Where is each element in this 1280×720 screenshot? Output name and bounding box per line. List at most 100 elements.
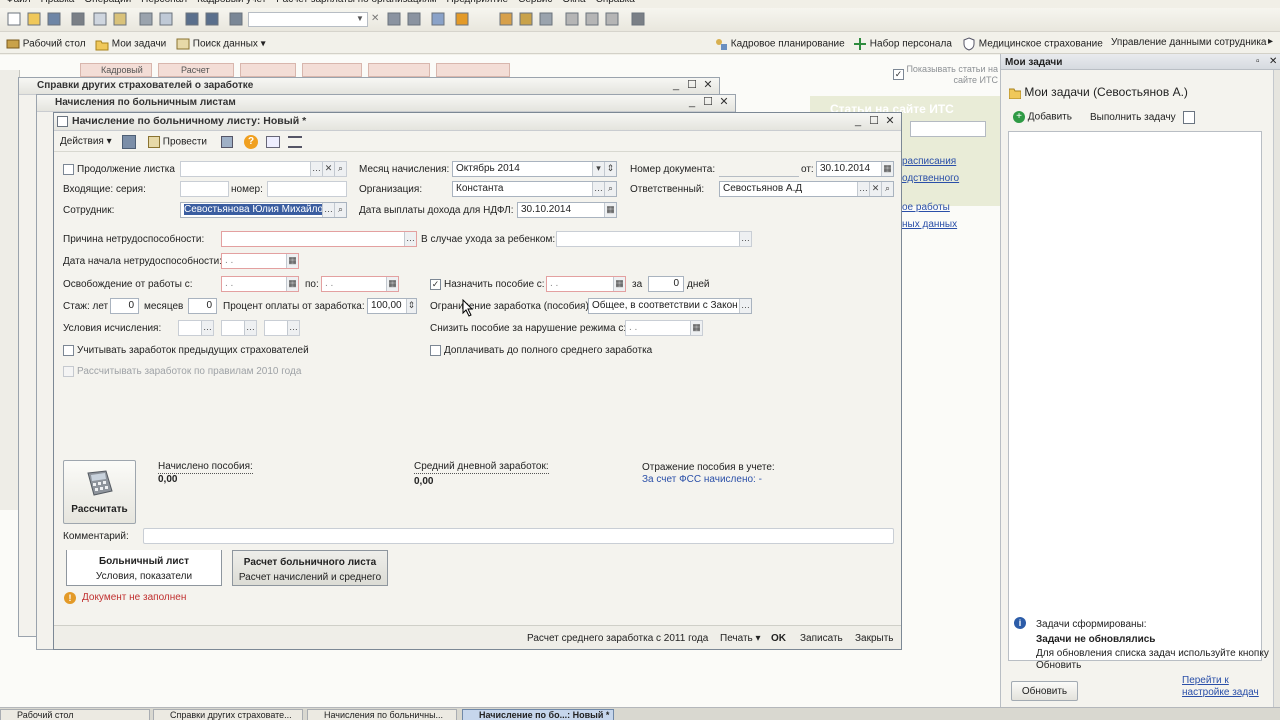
earnings-limit-field[interactable]: Общее, в соответствии с Закон…	[588, 298, 752, 314]
select-button[interactable]: …	[404, 232, 416, 246]
close-form-button[interactable]: Закрыть	[855, 633, 894, 645]
its-link-2[interactable]: одственного	[902, 173, 959, 185]
tab-sick-leave[interactable]: Больничный лист Условия, показатели	[66, 550, 222, 586]
spin-icon[interactable]: ⇕	[604, 162, 616, 176]
topup-checkbox[interactable]	[430, 345, 441, 356]
calendar-icon[interactable]: ▦	[613, 277, 625, 291]
incoming-series-field[interactable]	[180, 181, 229, 197]
doc-number-field[interactable]	[719, 161, 799, 177]
pay-date-field[interactable]: 30.10.2014 ▦	[517, 202, 617, 218]
taskbar-desktop[interactable]: Рабочий стол	[0, 709, 150, 720]
select-button[interactable]: …	[322, 203, 334, 217]
memory-minus-icon[interactable]	[605, 12, 619, 26]
save-icon[interactable]	[122, 135, 136, 149]
spin-icon[interactable]: ⇕	[406, 299, 416, 313]
panel-insurance[interactable]: Медицинское страхование	[962, 37, 1103, 51]
refresh-2-icon[interactable]	[407, 12, 421, 26]
select-button[interactable]: …	[739, 232, 751, 246]
menu-item[interactable]: Кадровый учет	[197, 0, 266, 5]
calculator-icon[interactable]	[519, 12, 533, 26]
find-icon[interactable]	[229, 12, 243, 26]
search-icon[interactable]: ⌕	[334, 203, 346, 217]
search-input[interactable]	[248, 12, 368, 27]
search-icon[interactable]: ⌕	[604, 182, 616, 196]
its-link-1[interactable]: расписания	[902, 156, 956, 168]
paste-icon[interactable]	[113, 12, 127, 26]
panel-my-tasks[interactable]: Мои задачи	[95, 37, 166, 51]
print-icon[interactable]	[139, 12, 153, 26]
experience-years-field[interactable]: 0	[110, 298, 139, 314]
taskbar-nachisleniya[interactable]: Начисления по больничны...	[307, 709, 457, 720]
settings-icon[interactable]	[266, 136, 280, 148]
panel-desktop[interactable]: Рабочий стол	[6, 37, 86, 51]
calc-2011-link[interactable]: Расчет среднего заработка с 2011 года	[527, 633, 708, 645]
redo-icon[interactable]	[205, 12, 219, 26]
bg-tab-6[interactable]	[436, 63, 510, 77]
tasks-panel-close[interactable]: ✕	[1269, 56, 1277, 68]
calendar-icon[interactable]: ▦	[690, 321, 702, 335]
organization-field[interactable]: Константа … ⌕	[452, 181, 617, 197]
close-button[interactable]: ✕	[717, 96, 731, 109]
continuation-checkbox[interactable]	[63, 164, 74, 175]
rules-2010-checkbox[interactable]	[63, 366, 74, 377]
experience-months-field[interactable]: 0	[188, 298, 217, 314]
minimize-button[interactable]: _	[685, 96, 699, 109]
ok-button[interactable]: OK	[771, 633, 786, 645]
reduce-benefit-field[interactable]: . . ▦	[625, 320, 703, 336]
bg-tab-4[interactable]	[302, 63, 362, 77]
execute-task-button[interactable]: Выполнить задачу	[1090, 112, 1176, 123]
select-button[interactable]: …	[201, 321, 213, 335]
calendar-icon[interactable]: ▦	[286, 277, 298, 291]
minimize-button[interactable]: _	[669, 79, 683, 92]
tasks-panel-pin[interactable]: ▫	[1256, 56, 1260, 68]
bg-tab-5[interactable]	[368, 63, 430, 77]
search-icon[interactable]: ⌕	[334, 162, 346, 176]
incoming-number-field[interactable]	[267, 181, 347, 197]
select-button[interactable]: …	[857, 182, 869, 196]
save-button[interactable]: Записать	[800, 633, 843, 645]
tasks-settings-link[interactable]: Перейти к настройке задач	[1182, 675, 1268, 699]
its-search-input[interactable]	[910, 121, 986, 137]
calendar-icon[interactable]: ▦	[286, 254, 298, 268]
select-button[interactable]: …	[244, 321, 256, 335]
memory-icon[interactable]	[565, 12, 579, 26]
release-to-field[interactable]: . . ▦	[321, 276, 399, 292]
calc-condition-2[interactable]: …	[221, 320, 257, 336]
payment-percent-field[interactable]: 100,00 ⇕	[367, 298, 417, 314]
grid-icon[interactable]	[539, 12, 553, 26]
maximize-button[interactable]: ☐	[685, 79, 699, 92]
right-edge-scroll[interactable]	[1273, 70, 1280, 707]
post-button[interactable]: Провести	[148, 136, 207, 149]
close-button[interactable]: ✕	[883, 115, 897, 128]
accrual-month-field[interactable]: Октябрь 2014 ▾ ⇕	[452, 161, 617, 177]
its-link-3[interactable]: ое работы	[902, 202, 950, 214]
menu-item[interactable]: Сервис	[518, 0, 552, 5]
menu-item[interactable]: Операции	[84, 0, 131, 5]
refresh-icon[interactable]	[387, 12, 401, 26]
menu-item[interactable]: Файл	[6, 0, 31, 5]
taskbar-sick-leave[interactable]: Начисление по бо...: Новый *	[462, 709, 614, 720]
its-link-4[interactable]: ных данных	[902, 219, 957, 231]
days-count-field[interactable]: 0	[648, 276, 684, 292]
continuation-field[interactable]: … ✕ ⌕	[180, 161, 347, 177]
bg-tab-3[interactable]	[240, 63, 296, 77]
panel-scroll-arrow[interactable]: ▸	[1268, 36, 1273, 47]
menu-item[interactable]: Предприятие	[446, 0, 508, 5]
copy-icon[interactable]	[93, 12, 107, 26]
search-icon[interactable]: ⌕	[881, 182, 893, 196]
maximize-button[interactable]: ☐	[701, 96, 715, 109]
undo-icon[interactable]	[185, 12, 199, 26]
menu-item[interactable]: Правка	[41, 0, 75, 5]
responsible-field[interactable]: Севостьянов А.Д … ✕ ⌕	[719, 181, 894, 197]
child-care-field[interactable]: …	[556, 231, 752, 247]
select-button[interactable]: …	[739, 299, 751, 313]
tools-icon[interactable]	[631, 12, 645, 26]
assign-benefit-field[interactable]: . . ▦	[546, 276, 626, 292]
disability-reason-field[interactable]: …	[221, 231, 417, 247]
panel-recruiting[interactable]: Набор персонала	[853, 37, 952, 51]
employee-field[interactable]: Севостьянова Юлия Михайло… ⌕	[180, 202, 347, 218]
calendar-icon[interactable]: ▦	[386, 277, 398, 291]
close-button[interactable]: ✕	[701, 79, 715, 92]
memory-plus-icon[interactable]	[585, 12, 599, 26]
minimize-button[interactable]: _	[851, 115, 865, 128]
